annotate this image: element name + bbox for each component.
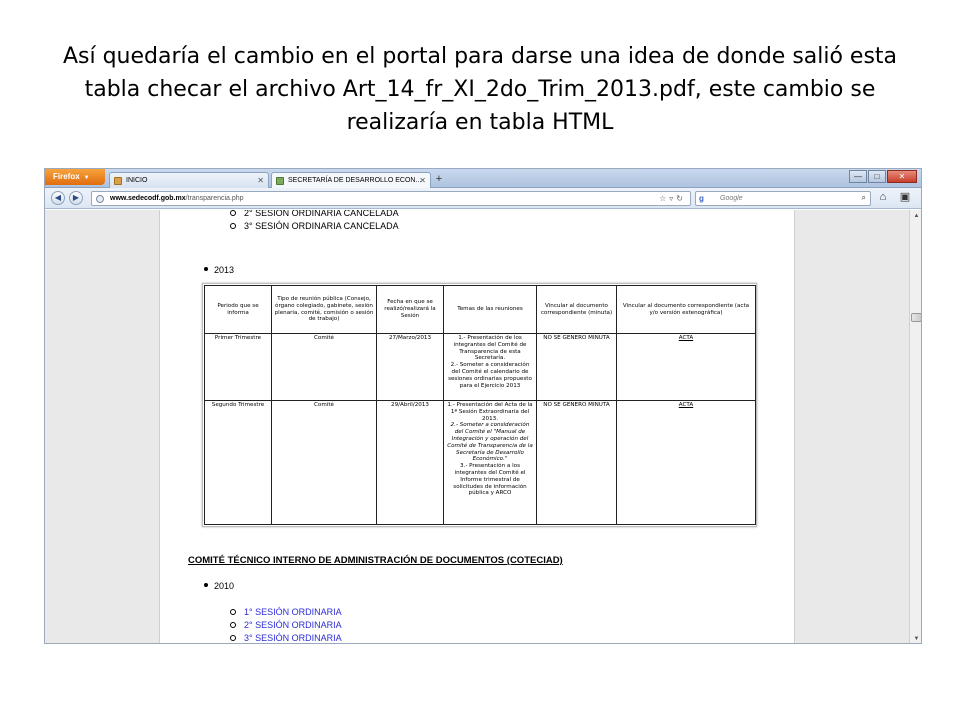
browser-screenshot: Firefox ▼ INICIO ✕ SECRETARÍA DE DESARROL… [44,168,922,644]
search-input[interactable]: g Google ⌕ [695,191,871,206]
firefox-menu-label: Firefox [53,172,80,181]
acta-link[interactable]: ACTA [616,333,756,401]
tab-inicio[interactable]: INICIO ✕ [109,172,269,188]
list-item: 2° SESIÓN ORDINARIA [230,620,342,630]
session-link[interactable]: 3° SESIÓN ORDINARIA [244,633,342,643]
home-icon[interactable]: ⌂ [875,191,891,205]
acta-link[interactable]: ACTA [616,400,756,525]
bookmarks-icon[interactable]: ▣ [897,191,913,205]
meetings-table-image: Periodo que se informa Tipo de reunión p… [202,283,757,527]
tema-item: 2.- Someter a consideración del Comité e… [447,422,533,463]
tab-secretaria[interactable]: SECRETARÍA DE DESARROLLO ECON... ✕ [271,172,431,188]
column-header: Vincular al documento correspondiente (a… [616,285,756,334]
close-window-button[interactable]: ✕ [887,170,917,183]
page-content: 2° SESIÓN ORDINARIA CANCELADA 3° SESIÓN … [159,210,795,643]
circle-bullet-icon [230,210,236,216]
minimize-button[interactable]: — [849,170,867,183]
list-item: 2° SESIÓN ORDINARIA CANCELADA [230,210,399,218]
tab-label: INICIO [126,177,148,184]
fecha-cell: 27/Marzo/2013 [376,333,444,401]
meetings-table: Periodo que se informa Tipo de reunión p… [204,285,756,525]
site-favicon-icon [276,177,284,185]
session-label: 3° SESIÓN ORDINARIA CANCELADA [244,221,399,231]
year-label: 2010 [214,581,235,591]
table-row: Segundo Trimestre Comité 29/Abril/2013 1… [204,400,756,525]
circle-bullet-icon [230,635,236,641]
url-path: /transparencia.php [185,195,244,202]
search-placeholder: Google [720,195,743,202]
table-header-row: Periodo que se informa Tipo de reunión p… [204,285,756,334]
minuta-cell: NO SE GENERO MINUTA [536,333,617,401]
fecha-cell: 29/Abril/2013 [376,400,444,525]
session-label: 2° SESIÓN ORDINARIA CANCELADA [244,210,399,218]
tema-item: 1.- Presentación de los integrantes del … [453,335,527,362]
site-favicon-icon [114,177,122,185]
circle-bullet-icon [230,223,236,229]
table-row: Primer Trimestre Comité 27/Marzo/2013 1.… [204,333,756,401]
coteciad-heading: COMITÉ TÉCNICO INTERNO DE ADMINISTRACIÓN… [188,555,563,566]
tema-item: 2.- Someter a consideración del Comité e… [448,362,532,389]
circle-bullet-icon [230,622,236,628]
google-icon: g [699,194,708,203]
tipo-cell: Comité [271,400,377,525]
address-bar[interactable]: www.sedecodf.gob.mx/transparencia.php ☆▿… [91,191,691,206]
list-item: 1° SESIÓN ORDINARIA [230,607,342,617]
url-domain: www.sedecodf.gob.mx [110,195,186,202]
column-header: Tipo de reunión pública (Consejo, órgano… [271,285,377,334]
forward-button[interactable]: ▶ [69,191,83,205]
temas-cell: 1.- Presentación del Acta de la 1ª Sesió… [443,400,537,525]
window-controls: — □ ✕ [848,170,917,184]
list-item: 3° SESIÓN ORDINARIA [230,633,342,643]
minuta-cell: NO SE GENERO MINUTA [536,400,617,525]
session-link[interactable]: 1° SESIÓN ORDINARIA [244,607,342,617]
column-header: Periodo que se informa [204,285,272,334]
temas-cell: 1.- Presentación de los integrantes del … [443,333,537,401]
periodo-cell: Segundo Trimestre [204,400,272,525]
column-header: Vincular al documento correspondiente (m… [536,285,617,334]
column-header: Temas de las reuniones [443,285,537,334]
year-label: 2013 [214,265,235,275]
scroll-down-icon[interactable]: ▼ [910,633,921,643]
close-tab-icon[interactable]: ✕ [257,176,264,185]
maximize-button[interactable]: □ [868,170,886,183]
slide-title: Así quedaría el cambio en el portal para… [62,44,898,135]
vertical-scrollbar[interactable]: ▲ ▼ [909,210,921,643]
search-icon[interactable]: ⌕ [862,193,866,203]
tipo-cell: Comité [271,333,377,401]
session-link[interactable]: 2° SESIÓN ORDINARIA [244,620,342,630]
bookmark-star-icon[interactable]: ☆▿↻ [659,194,686,203]
tema-item: 1.- Presentación del Acta de la 1ª Sesió… [447,402,533,422]
tab-label: SECRETARÍA DE DESARROLLO ECON... [288,177,422,184]
firefox-menu-button[interactable]: Firefox ▼ [45,169,105,185]
close-tab-icon[interactable]: ✕ [419,176,426,185]
periodo-cell: Primer Trimestre [204,333,272,401]
circle-bullet-icon [230,609,236,615]
page-viewport: 2° SESIÓN ORDINARIA CANCELADA 3° SESIÓN … [45,210,909,643]
disc-bullet-icon [204,583,208,587]
scroll-up-icon[interactable]: ▲ [910,210,921,222]
tab-bar: Firefox ▼ INICIO ✕ SECRETARÍA DE DESARROL… [45,169,921,188]
tema-item: 3.- Presentación a los integrantes del C… [453,463,527,497]
year-2010-item: 2010 [204,581,234,591]
navigation-bar: ◀ ▶ www.sedecodf.gob.mx/transparencia.ph… [45,188,921,209]
chevron-down-icon: ▼ [83,175,90,181]
disc-bullet-icon [204,267,208,271]
back-button[interactable]: ◀ [51,191,65,205]
year-2013-item: 2013 [204,265,234,275]
scroll-thumb[interactable] [911,313,921,322]
column-header: Fecha en que se realizó/realizará la Ses… [376,285,444,334]
globe-icon [96,195,104,203]
list-item: 3° SESIÓN ORDINARIA CANCELADA [230,221,399,231]
new-tab-button[interactable]: + [432,173,446,187]
